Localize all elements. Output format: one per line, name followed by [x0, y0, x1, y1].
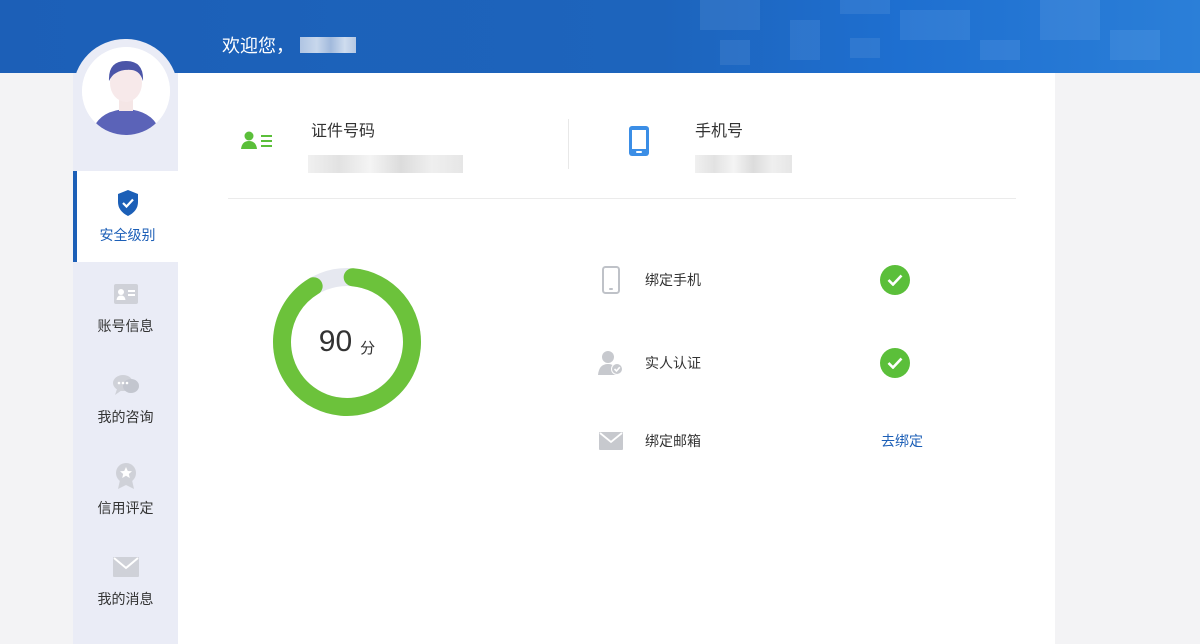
score-display: 90 分 — [272, 267, 422, 417]
phone-number-label: 手机号 — [695, 121, 744, 140]
chat-bubbles-icon — [112, 371, 140, 399]
security-item-label: 绑定手机 — [645, 273, 701, 289]
sidebar-item-my-messages[interactable]: 我的消息 — [73, 535, 178, 626]
score-unit: 分 — [360, 338, 376, 357]
sidebar-item-label: 我的咨询 — [97, 409, 154, 426]
redacted-id-number — [308, 155, 463, 173]
award-badge-icon — [112, 462, 140, 490]
check-circle-icon — [880, 265, 910, 295]
score-value: 90 — [318, 325, 353, 358]
sidebar-item-label: 我的消息 — [97, 591, 154, 608]
id-card-icon — [241, 131, 273, 155]
verified-user-icon — [598, 348, 624, 378]
divider — [568, 119, 569, 169]
sidebar-item-credit-rating[interactable]: 信用评定 — [73, 444, 178, 535]
sidebar-item-account-info[interactable]: 账号信息 — [73, 262, 178, 353]
top-banner: 欢迎您， — [0, 0, 1200, 73]
sidebar-item-my-consultations[interactable]: 我的咨询 — [73, 353, 178, 444]
main-panel: 证件号码 手机号 90 分 绑定手机 实人认证 绑定邮箱 去绑定 — [178, 73, 1055, 644]
avatar[interactable] — [82, 47, 170, 135]
profile-summary: 证件号码 手机号 — [228, 73, 1016, 199]
check-circle-icon — [880, 348, 910, 378]
mobile-phone-icon — [628, 125, 650, 161]
welcome-greeting: 欢迎您， — [222, 32, 356, 58]
shield-check-icon — [114, 189, 142, 217]
bind-email-link[interactable]: 去绑定 — [881, 431, 923, 451]
envelope-icon — [112, 553, 140, 581]
sidebar-item-label: 安全级别 — [99, 227, 156, 244]
phone-outline-icon — [598, 265, 624, 295]
security-item-bind-email: 绑定邮箱 去绑定 — [598, 421, 958, 461]
security-item-label: 绑定邮箱 — [645, 434, 701, 450]
security-item-bind-phone: 绑定手机 — [598, 260, 958, 300]
greeting-text: 欢迎您， — [222, 36, 294, 57]
id-card-icon — [112, 280, 140, 308]
sidebar-item-security-level[interactable]: 安全级别 — [73, 171, 178, 262]
security-item-real-name-verification: 实人认证 — [598, 343, 958, 383]
redacted-phone-number — [695, 155, 792, 173]
security-item-label: 实人认证 — [645, 356, 701, 372]
sidebar-item-label: 信用评定 — [97, 500, 154, 517]
redacted-username — [300, 37, 356, 53]
id-number-label: 证件号码 — [311, 121, 376, 140]
security-score-ring: 90 分 — [272, 267, 422, 417]
envelope-icon — [598, 426, 624, 456]
user-avatar-icon — [82, 47, 170, 135]
sidebar-item-label: 账号信息 — [97, 318, 154, 335]
